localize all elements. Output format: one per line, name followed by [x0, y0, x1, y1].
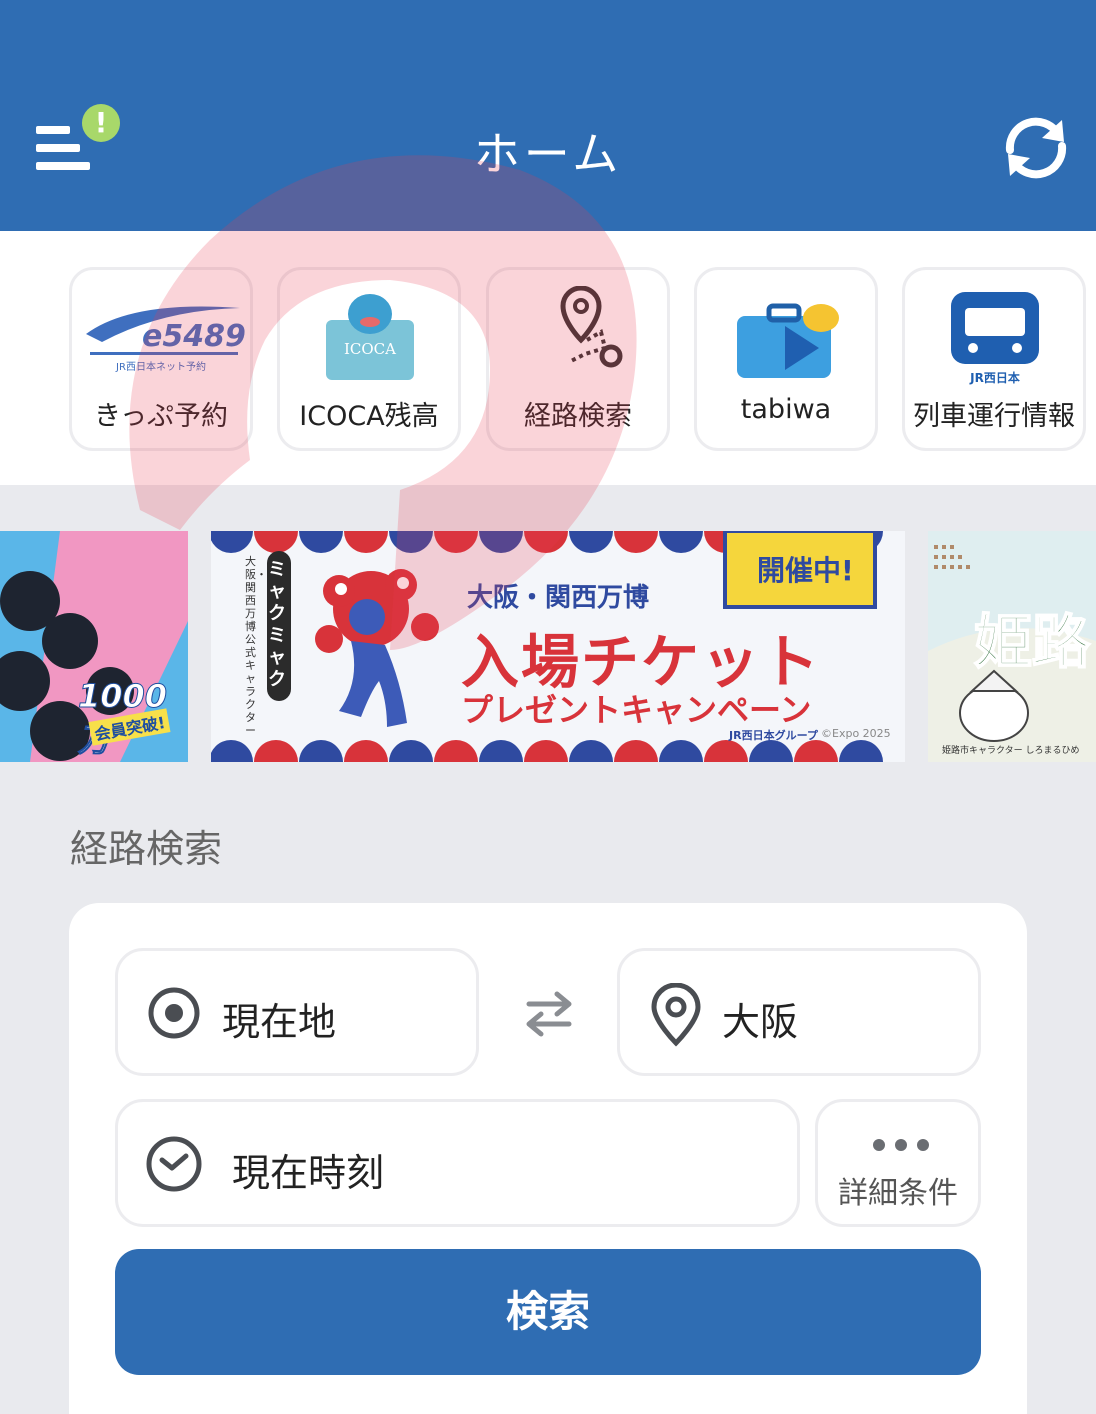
current-location-icon [148, 987, 200, 1039]
svg-text:ICOCA: ICOCA [344, 340, 396, 358]
swap-button[interactable] [523, 990, 575, 1038]
quick-item-label: ICOCA残高 [299, 401, 439, 432]
banner-expo-brand: JR西日本グループ [729, 729, 818, 742]
quick-item-train-info[interactable]: JR西日本 列車運行情報 [902, 267, 1086, 451]
quick-item-e5489[interactable]: e5489 JR西日本ネット予約 きっぷ予約 [69, 267, 253, 451]
banner-himeji-caption: 姫路市キャラクター しろまるひめ [942, 746, 1080, 756]
banner-left[interactable]: 1000万 会員突破! [0, 531, 188, 762]
quick-item-route-search[interactable]: 経路検索 [486, 267, 670, 451]
detail-conditions-button[interactable]: 詳細条件 [815, 1099, 981, 1227]
destination-value: 大阪 [722, 1000, 799, 1044]
refresh-button[interactable] [1000, 112, 1072, 184]
banner-himeji[interactable]: 姫路 姫路市キャラクター しろまるひめ [928, 531, 1096, 762]
page-title: ホーム [473, 127, 623, 181]
banner-expo-subheadline: プレゼントキャンペーン [461, 691, 812, 729]
suitcase-icon [737, 303, 839, 378]
quick-item-label: 列車運行情報 [913, 401, 1075, 432]
icoca-card-icon: ICOCA [326, 294, 414, 380]
banner-expo-character: ミャクミャク [268, 559, 286, 690]
time-field[interactable]: 現在時刻 [115, 1099, 800, 1227]
refresh-icon [1005, 117, 1067, 179]
train-icon: JR西日本 [951, 292, 1039, 385]
location-pin-icon [651, 983, 701, 1047]
origin-value: 現在地 [222, 1000, 337, 1044]
search-button[interactable]: 検索 [115, 1249, 981, 1375]
svg-text:JR西日本ネット予約: JR西日本ネット予約 [115, 360, 206, 373]
quick-item-label: tabiwa [740, 394, 832, 425]
route-search-title: 経路検索 [70, 827, 223, 871]
banner-himeji-headline: 姫路 [973, 607, 1091, 677]
route-search-icon [560, 286, 623, 368]
svg-text:e5489: e5489 [142, 319, 246, 354]
quick-menu: e5489 JR西日本ネット予約 きっぷ予約 ICOCA ICOCA残高 経路検… [0, 231, 1096, 485]
banner-expo-headline-small: 大阪・関西万博 [467, 583, 650, 613]
app-header: ! ホーム [0, 0, 1096, 231]
time-value: 現在時刻 [232, 1151, 385, 1195]
banner-expo[interactable]: 開催中! ミャクミャク 大阪・関西万博公式キャラクター 大阪・関西万博 入場チケ… [211, 531, 905, 762]
e5489-logo: e5489 JR西日本ネット予約 [86, 306, 246, 373]
destination-field[interactable]: 大阪 [617, 948, 981, 1076]
clock-icon [146, 1136, 202, 1192]
swap-icon [526, 991, 572, 1037]
quick-item-icoca[interactable]: ICOCA ICOCA残高 [277, 267, 461, 451]
banner-expo-character-note: 大阪・関西万博公式キャラクター [245, 555, 267, 737]
banner-expo-copyright: ©Expo 2025 [821, 727, 891, 740]
detail-conditions-label: 詳細条件 [838, 1176, 958, 1211]
quick-item-label: 経路検索 [524, 401, 632, 432]
svg-text:JR西日本: JR西日本 [969, 370, 1020, 385]
origin-field[interactable]: 現在地 [115, 948, 479, 1076]
quick-item-label: きっぷ予約 [94, 401, 228, 432]
quick-item-tabiwa[interactable]: tabiwa [694, 267, 878, 451]
more-icon [873, 1139, 929, 1151]
banner-expo-badge: 開催中! [757, 554, 854, 587]
